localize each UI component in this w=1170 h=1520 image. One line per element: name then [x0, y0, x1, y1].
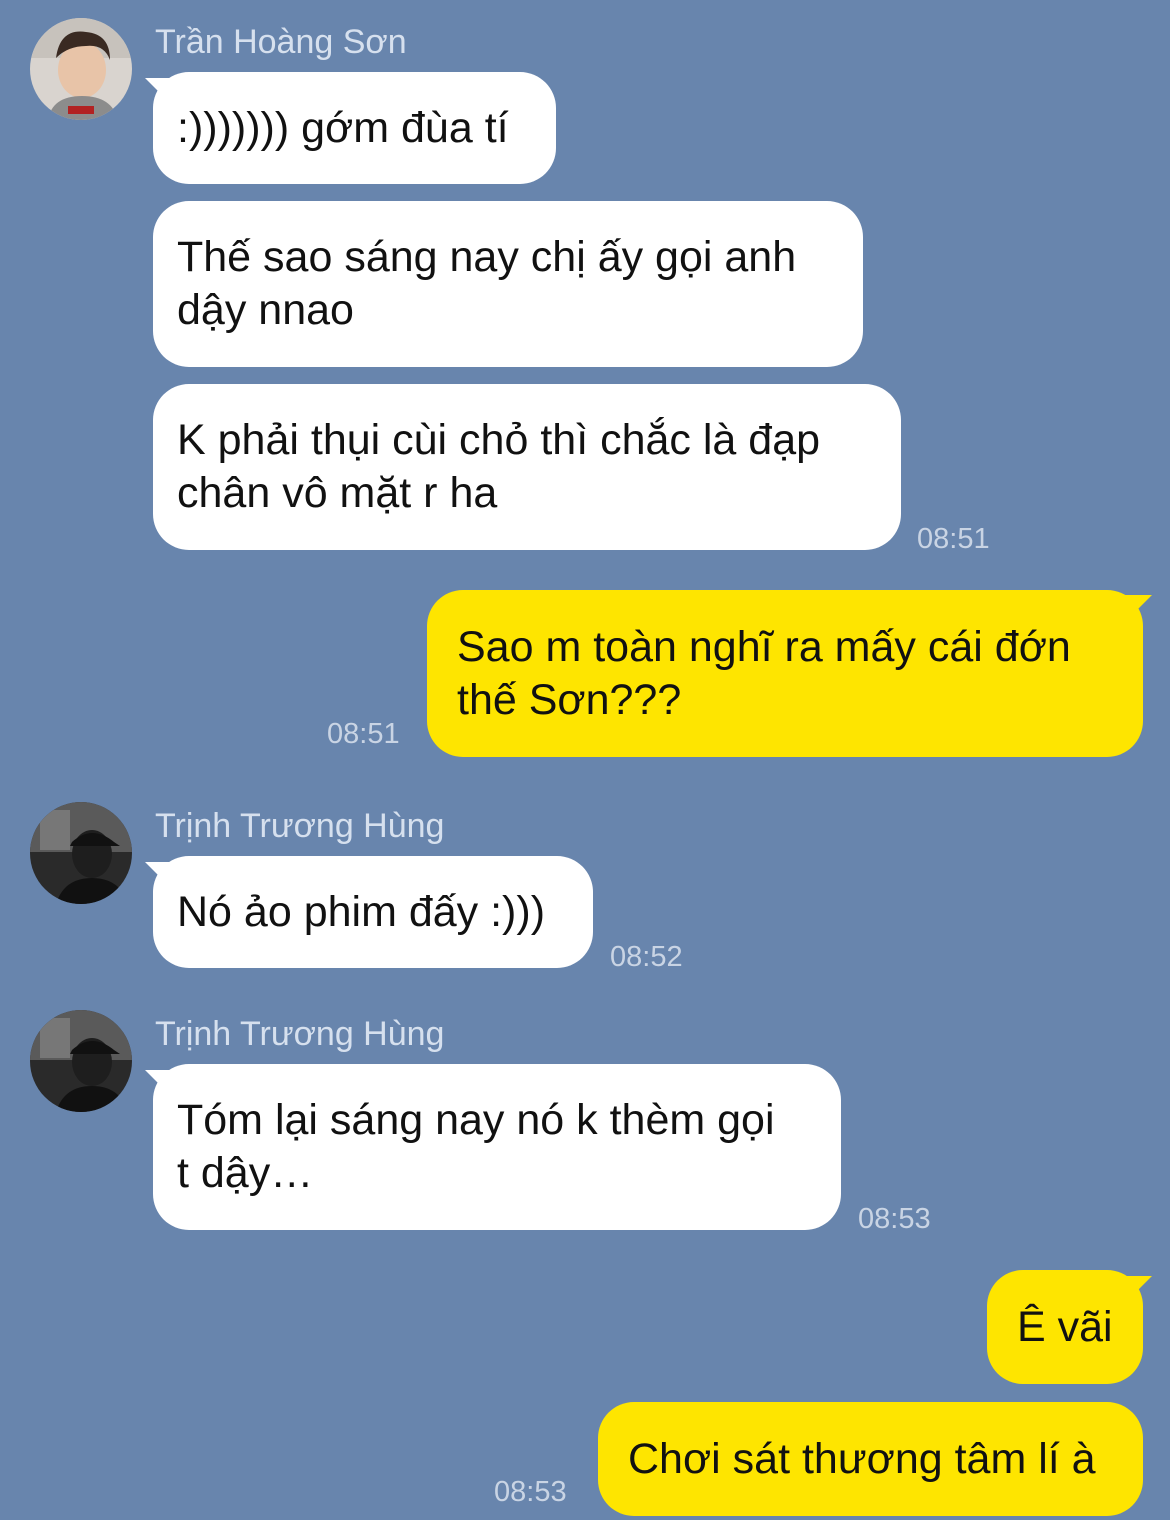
message-bubble-outgoing[interactable]: Chơi sát thương tâm lí à: [598, 1402, 1143, 1516]
avatar-tran-hoang-son[interactable]: [30, 18, 132, 120]
message-timestamp: 08:53: [858, 1203, 931, 1235]
message-text: Nó ảo phim đấy :))): [177, 887, 546, 936]
message-text: K phải thụi cùi chỏ thì chắc là đạp chân…: [177, 416, 821, 517]
message-text: Chơi sát thương tâm lí à: [628, 1434, 1096, 1483]
sender-name: Trần Hoàng Sơn: [155, 23, 407, 61]
message-bubble-incoming[interactable]: Nó ảo phim đấy :))): [153, 856, 593, 968]
message-text: Thế sao sáng nay chị ấy gọi anh dậy nnao: [177, 233, 797, 334]
message-timestamp: 08:51: [917, 523, 990, 555]
message-bubble-incoming[interactable]: K phải thụi cùi chỏ thì chắc là đạp chân…: [153, 384, 901, 550]
message-bubble-incoming[interactable]: Tóm lại sáng nay nó k thèm gọi t dậy…: [153, 1064, 841, 1230]
message-bubble-incoming[interactable]: Thế sao sáng nay chị ấy gọi anh dậy nnao: [153, 201, 863, 367]
message-text: Ê vãi: [1017, 1302, 1113, 1351]
message-text: Tóm lại sáng nay nó k thèm gọi t dậy…: [177, 1096, 775, 1197]
message-bubble-incoming[interactable]: :))))))) gớm đùa tí: [153, 72, 556, 184]
message-bubble-outgoing[interactable]: Sao m toàn nghĩ ra mấy cái đớn thế Sơn??…: [427, 590, 1143, 757]
avatar-trinh-truong-hung[interactable]: [30, 802, 132, 904]
sender-name: Trịnh Trương Hùng: [155, 1015, 445, 1053]
message-timestamp: 08:52: [610, 941, 683, 973]
message-text: Sao m toàn nghĩ ra mấy cái đớn thế Sơn??…: [457, 622, 1071, 724]
message-timestamp: 08:51: [327, 718, 400, 750]
sender-name: Trịnh Trương Hùng: [155, 807, 445, 845]
message-bubble-outgoing[interactable]: Ê vãi: [987, 1270, 1143, 1384]
message-timestamp: 08:53: [494, 1476, 567, 1508]
message-text: :))))))) gớm đùa tí: [177, 103, 509, 152]
avatar-trinh-truong-hung[interactable]: [30, 1010, 132, 1112]
